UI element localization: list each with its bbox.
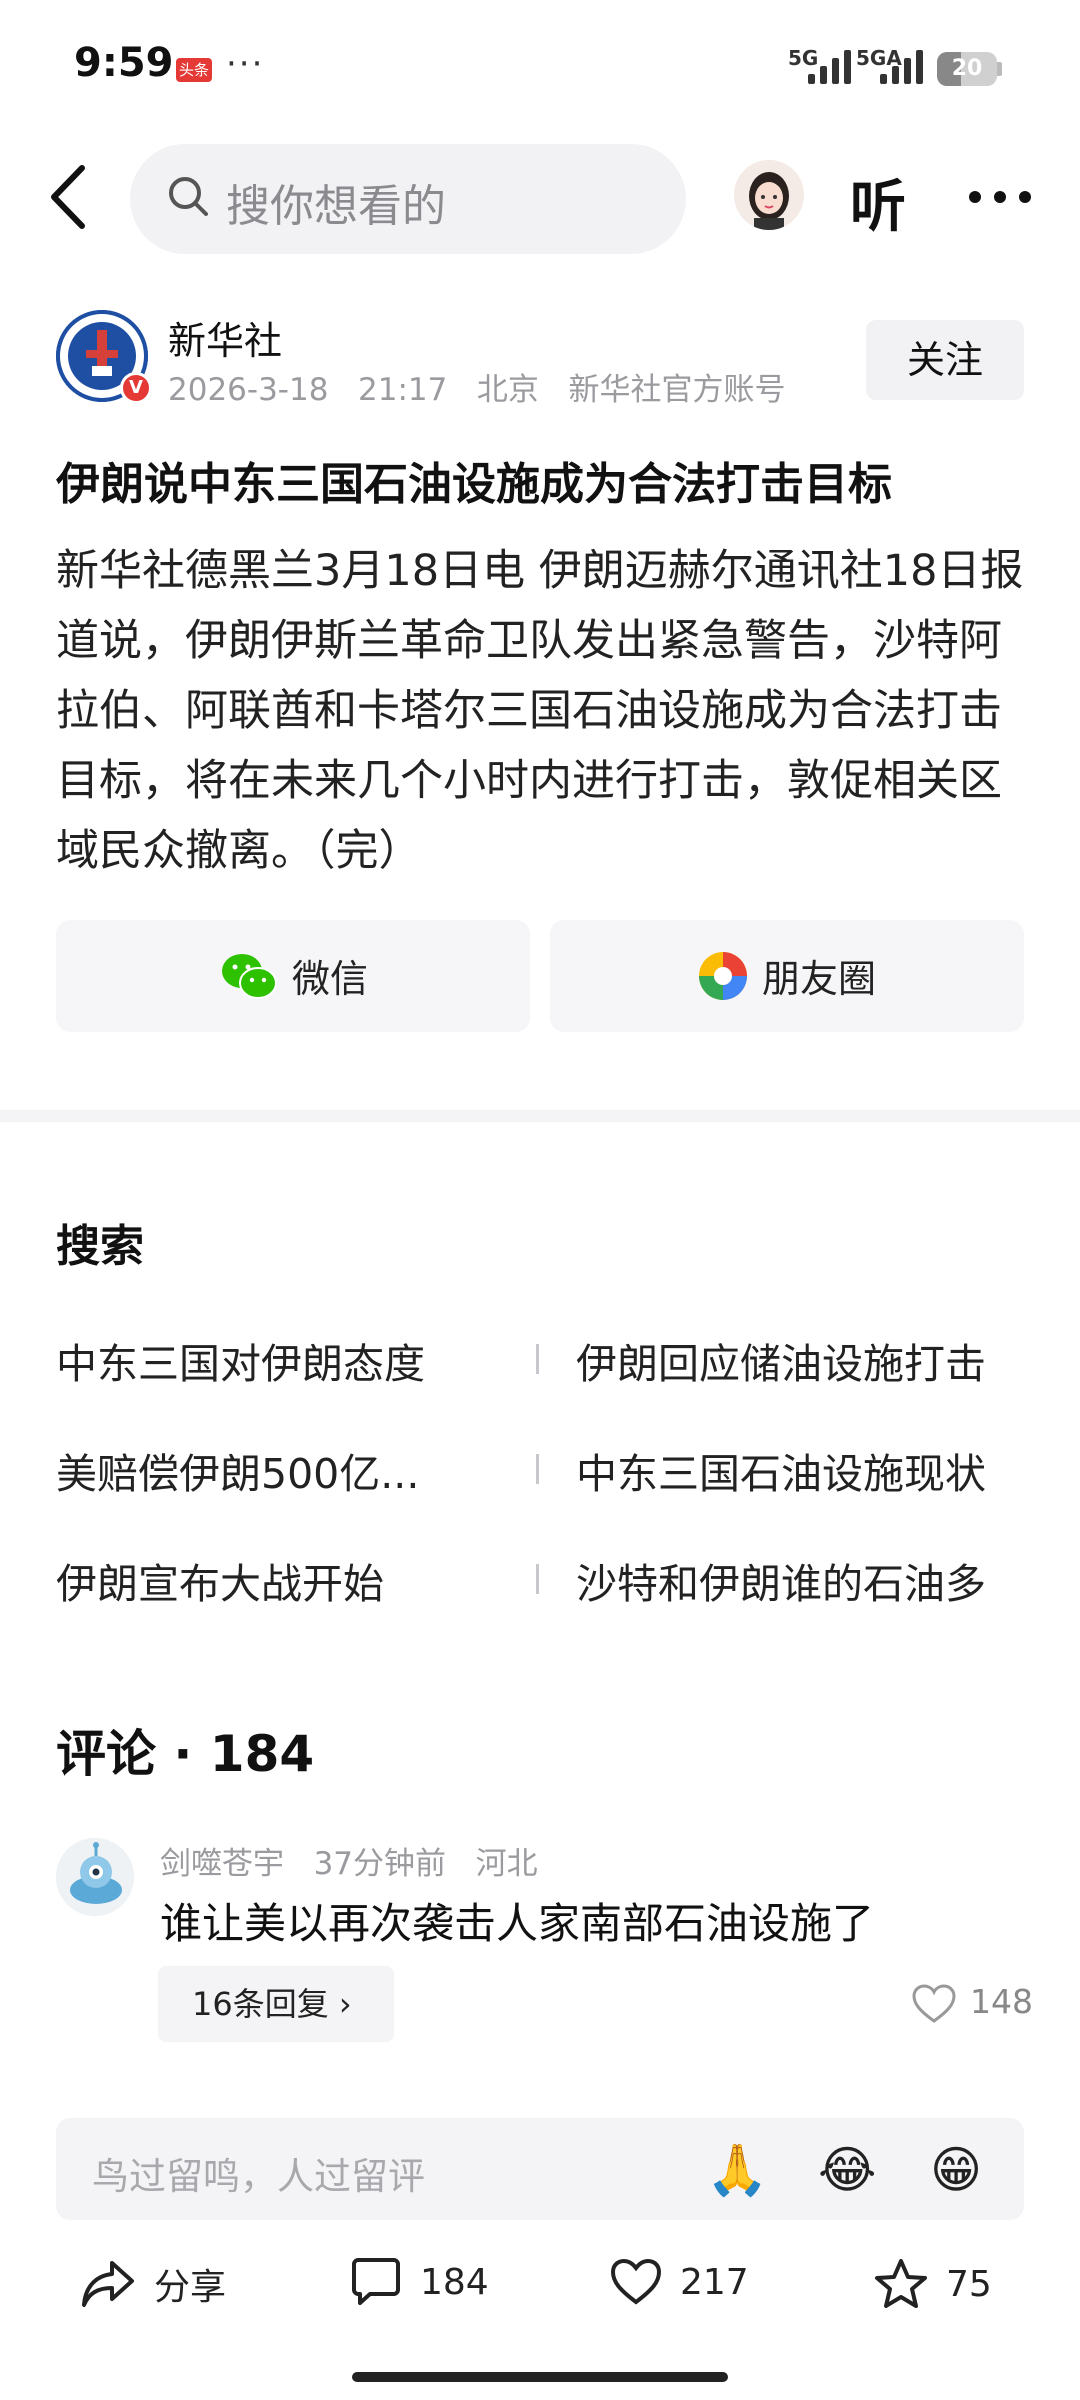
search-suggestion[interactable]: 伊朗回应储油设施打击 [576, 1330, 986, 1390]
comment-location: 河北 [475, 1846, 538, 1882]
share-arrow-icon [82, 2261, 134, 2307]
like-action-count: 217 [680, 2261, 749, 2303]
comment-bubble-icon [352, 2258, 400, 2305]
search-icon [169, 177, 208, 216]
comment-meta: 剑噬苍宇 37分钟前 河北 [160, 1838, 538, 1883]
section-divider [0, 1110, 1080, 1122]
comment-username[interactable]: 剑噬苍宇 [160, 1846, 284, 1882]
share-action[interactable]: 分享 [80, 2258, 226, 2310]
view-replies-button[interactable]: 16条回复 › [158, 1966, 394, 2042]
user-avatar[interactable] [734, 160, 804, 230]
account-description: 新华社官方账号 [568, 372, 786, 408]
comment-like-count: 148 [970, 1982, 1033, 2021]
app-badge: 头条 [176, 58, 212, 82]
search-section-title: 搜索 [56, 1221, 144, 1272]
comment-text: 谁让美以再次袭击人家南部石油设施了 [160, 1899, 875, 1948]
comments-action-count: 184 [420, 2261, 489, 2303]
share-wechat-label: 微信 [292, 957, 369, 1001]
emoji-laugh-icon[interactable]: 😂 [818, 2142, 876, 2198]
search-suggestion[interactable]: 中东三国对伊朗态度 [56, 1330, 425, 1390]
suggestion-divider [536, 1564, 539, 1594]
like-action[interactable]: 217 [610, 2258, 749, 2306]
signal-icon [808, 50, 851, 84]
emoji-grin-icon[interactable]: 😁 [930, 2142, 986, 2198]
emoji-pray-icon[interactable]: 🙏 [706, 2142, 768, 2198]
publish-date: 2026-3-18 [168, 372, 329, 408]
favorite-action-count: 75 [946, 2263, 992, 2305]
back-arrow-icon[interactable] [40, 162, 100, 232]
publish-location: 北京 [476, 372, 539, 408]
author-name[interactable]: 新华社 [168, 310, 282, 365]
search-suggestion[interactable]: 沙特和伊朗谁的石油多 [576, 1550, 986, 1610]
avatar-girl-icon [734, 160, 804, 230]
search-suggestion[interactable]: 美赔偿伊朗500亿... [56, 1440, 419, 1500]
comment-input-placeholder: 鸟过留鸣，人过留评 [92, 2155, 425, 2198]
share-action-label: 分享 [154, 2267, 227, 2308]
battery-tip [997, 62, 1002, 76]
comments-title: 评论 · 184 [56, 1725, 315, 1783]
share-moments-button[interactable]: 朋友圈 [550, 920, 1024, 1032]
suggestion-divider [536, 1454, 539, 1484]
signal-icon-2 [880, 50, 923, 84]
like-heart-icon [610, 2258, 662, 2305]
follow-button[interactable]: 关注 [866, 320, 1024, 400]
listen-button[interactable]: 听 [850, 162, 906, 243]
article-title: 伊朗说中东三国石油设施成为合法打击目标 [56, 459, 892, 510]
article-body: 新华社德黑兰3月18日电 伊朗迈赫尔通讯社18日报道说，伊朗伊斯兰革命卫队发出紧… [56, 546, 1024, 876]
article-meta: 2026-3-18 21:17 北京 新华社官方账号 [168, 364, 785, 409]
moments-icon [699, 951, 747, 1000]
search-placeholder: 搜你想看的 [226, 181, 446, 232]
wechat-icon [222, 953, 277, 999]
commenter-avatar[interactable] [56, 1838, 134, 1916]
verified-badge-icon: V [120, 372, 152, 404]
status-more-dots: ··· [226, 44, 265, 84]
more-options-icon[interactable] [968, 190, 1032, 204]
robot-avatar-icon [56, 1838, 134, 1916]
home-indicator[interactable] [352, 2372, 728, 2382]
battery-level: 20 [951, 56, 983, 81]
share-moments-label: 朋友圈 [762, 957, 877, 1001]
suggestion-divider [536, 1344, 539, 1374]
publish-time: 21:17 [358, 372, 448, 408]
status-time: 9:59 [74, 40, 174, 86]
author-avatar[interactable]: V [56, 310, 152, 404]
star-icon [875, 2259, 927, 2308]
search-suggestion[interactable]: 中东三国石油设施现状 [576, 1440, 986, 1500]
comments-action[interactable]: 184 [350, 2258, 489, 2306]
heart-icon[interactable] [912, 1984, 956, 2024]
share-wechat-button[interactable]: 微信 [56, 920, 530, 1032]
comment-time: 37分钟前 [313, 1846, 447, 1882]
favorite-action[interactable]: 75 [874, 2258, 992, 2310]
search-suggestion[interactable]: 伊朗宣布大战开始 [56, 1550, 384, 1610]
